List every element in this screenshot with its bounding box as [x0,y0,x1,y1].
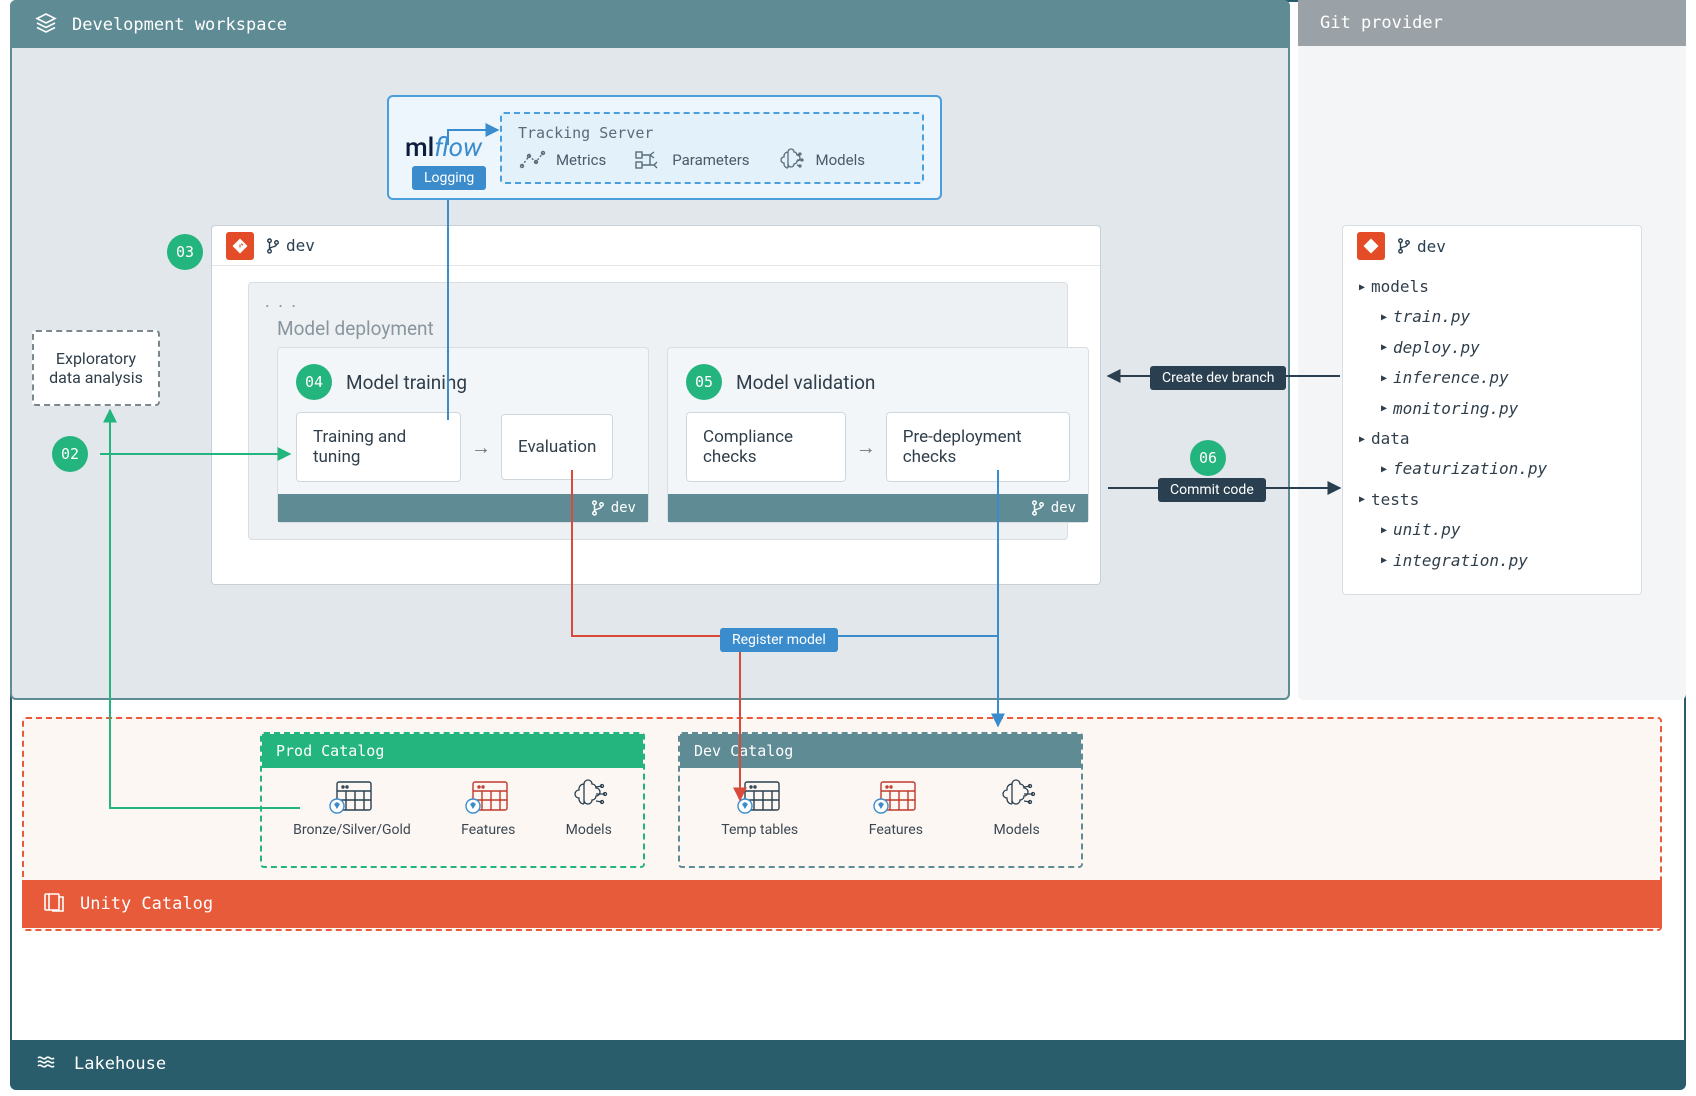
dev-repo-header: dev [212,226,1100,266]
dev-workspace-header: Development workspace [12,2,1288,48]
prod-bronze: Bronze/Silver/Gold [293,778,411,838]
dev-models: Models [994,778,1040,838]
brain-icon [994,778,1040,816]
git-icon [1357,232,1385,260]
file-integration.py: ▶ integration.py [1359,546,1625,576]
branch-icon [266,238,280,254]
model-training-title: Model training [346,371,467,394]
file-inference.py: ▶ inference.py [1359,363,1625,393]
step-06: 06 [1190,440,1226,476]
git-provider-title: Git provider [1320,13,1443,33]
register-model-label: Register model [720,628,838,652]
git-provider-header: Git provider [1298,0,1686,46]
create-branch-label: Create dev branch [1150,366,1286,390]
table-icon [329,778,375,816]
file-deploy.py: ▶ deploy.py [1359,333,1625,363]
lakehouse-footer: Lakehouse [12,1040,1684,1088]
table-icon [737,778,783,816]
dev-repo-window: dev . . . Model deployment 04 Model trai… [211,225,1101,585]
git-tree-branch: dev [1397,237,1446,256]
lakehouse-icon [36,1050,60,1079]
arrow-icon: → [856,435,876,460]
file-train.py: ▶ train.py [1359,302,1625,332]
logging-badge: Logging [412,166,486,190]
step-02: 02 [52,436,88,472]
step-03: 03 [167,234,203,270]
validation-footer: dev [668,494,1088,522]
dev-features: Features [869,778,923,838]
brain-icon [778,148,806,172]
dev-branch-label: dev [266,236,315,255]
training-footer: dev [278,494,648,522]
eda-box: Exploratory data analysis [32,330,160,406]
lakehouse-title: Lakehouse [74,1054,166,1074]
prod-models: Models [566,778,612,838]
git-tree-header: dev [1343,226,1641,266]
parameters-icon [634,148,662,172]
training-tuning-card: Training and tuning [296,412,461,482]
table-icon [873,778,919,816]
file-featurization.py: ▶ featurization.py [1359,454,1625,484]
layers-icon [34,11,58,40]
unity-catalog-title: Unity Catalog [80,894,213,914]
tracking-metrics: Metrics [518,148,606,172]
file-unit.py: ▶ unit.py [1359,515,1625,545]
git-icon [226,232,254,260]
tracking-server: Tracking Server Metrics Parameters Model… [500,112,924,184]
file-list: ▶ models▶ train.py▶ deploy.py▶ inference… [1343,266,1641,586]
prod-catalog-header: Prod Catalog [262,734,643,768]
unity-catalog-footer: Unity Catalog [22,880,1662,928]
dev-workspace-title: Development workspace [72,15,287,35]
dev-catalog: Dev Catalog Temp tables Features Models [678,732,1083,868]
model-training-box: 04 Model training Training and tuning → … [277,347,649,523]
metrics-icon [518,148,546,172]
arrow-icon: → [471,435,491,460]
brain-icon [566,778,612,816]
commit-code-label: Commit code [1158,478,1266,502]
tracking-parameters: Parameters [634,148,749,172]
folder-data: ▶ data [1359,424,1625,454]
predeploy-card: Pre-deployment checks [886,412,1070,482]
ellipsis: . . . [265,291,298,312]
dev-catalog-header: Dev Catalog [680,734,1081,768]
evaluation-card: Evaluation [501,414,613,480]
tracking-models: Models [778,148,865,172]
prod-features: Features [461,778,515,838]
dev-temp-tables: Temp tables [721,778,798,838]
folder-models: ▶ models [1359,272,1625,302]
mlflow-logo: mlflow [405,133,482,163]
table-icon [465,778,511,816]
model-validation-box: 05 Model validation Compliance checks → … [667,347,1089,523]
step-05: 05 [686,364,722,400]
tracking-server-title: Tracking Server [518,124,906,142]
file-monitoring.py: ▶ monitoring.py [1359,394,1625,424]
prod-catalog: Prod Catalog Bronze/Silver/Gold Features… [260,732,645,868]
step-04: 04 [296,364,332,400]
git-file-tree: dev ▶ models▶ train.py▶ deploy.py▶ infer… [1342,225,1642,595]
folder-tests: ▶ tests [1359,485,1625,515]
deploy-stack: . . . Model deployment 04 Model training… [248,282,1068,540]
model-deployment-label: Model deployment [277,317,434,340]
compliance-card: Compliance checks [686,412,846,482]
catalog-icon [42,890,66,919]
model-validation-title: Model validation [736,371,875,394]
